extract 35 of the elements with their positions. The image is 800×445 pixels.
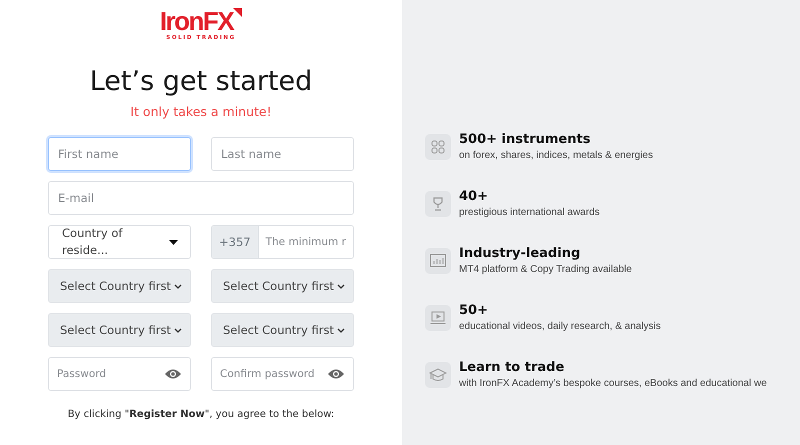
feature-title: 40+ <box>459 190 489 205</box>
select-dropdown[interactable]: Select Country first <box>211 313 354 348</box>
logo-mark-icon <box>233 8 242 17</box>
feature-text: prestigious international awards <box>459 206 600 220</box>
chevron-icon <box>337 284 345 289</box>
eye-icon[interactable] <box>327 368 345 380</box>
laptop-icon <box>425 304 451 331</box>
subheading: It only takes a minute! <box>130 102 272 121</box>
logo-text: IronFX <box>160 8 234 34</box>
feature-title: 50+ <box>459 304 489 319</box>
text-field[interactable]: First name <box>48 137 191 172</box>
country-dropdown[interactable]: Country of reside... <box>48 225 191 260</box>
text-field[interactable]: E-mail <box>48 181 354 216</box>
eye-icon[interactable] <box>164 368 182 380</box>
graduation-cap-icon <box>425 362 451 388</box>
feature-text: MT4 platform & Copy Trading available <box>459 262 632 277</box>
chart-icon <box>425 248 451 274</box>
feature-text: on forex, shares, indices, metals & energies <box>459 148 653 163</box>
heading: Let’s get started <box>90 66 312 99</box>
feature-text: educational videos, daily research, & analysis <box>459 320 661 334</box>
chevron-icon <box>337 328 345 333</box>
chevron-icon <box>174 284 182 289</box>
caret-icon <box>169 240 178 245</box>
select-dropdown[interactable]: Select Country first <box>48 269 191 304</box>
feature-title: Industry-leading <box>459 246 582 262</box>
feature-title: 500+ instruments <box>459 133 592 148</box>
chevron-icon <box>174 328 182 333</box>
grid-icon <box>425 134 451 160</box>
select-dropdown[interactable]: Select Country first <box>48 313 191 348</box>
feature-title: Learn to trade <box>459 360 566 376</box>
trophy-icon <box>425 190 451 217</box>
feature-text: with IronFX Academy’s bespoke courses, eBooks and educational we <box>459 376 767 391</box>
consent-text: By clicking "Register Now", you agree to the below: <box>68 408 334 422</box>
select-dropdown[interactable]: Select Country first <box>211 269 354 304</box>
text-field[interactable]: Last name <box>211 137 354 172</box>
